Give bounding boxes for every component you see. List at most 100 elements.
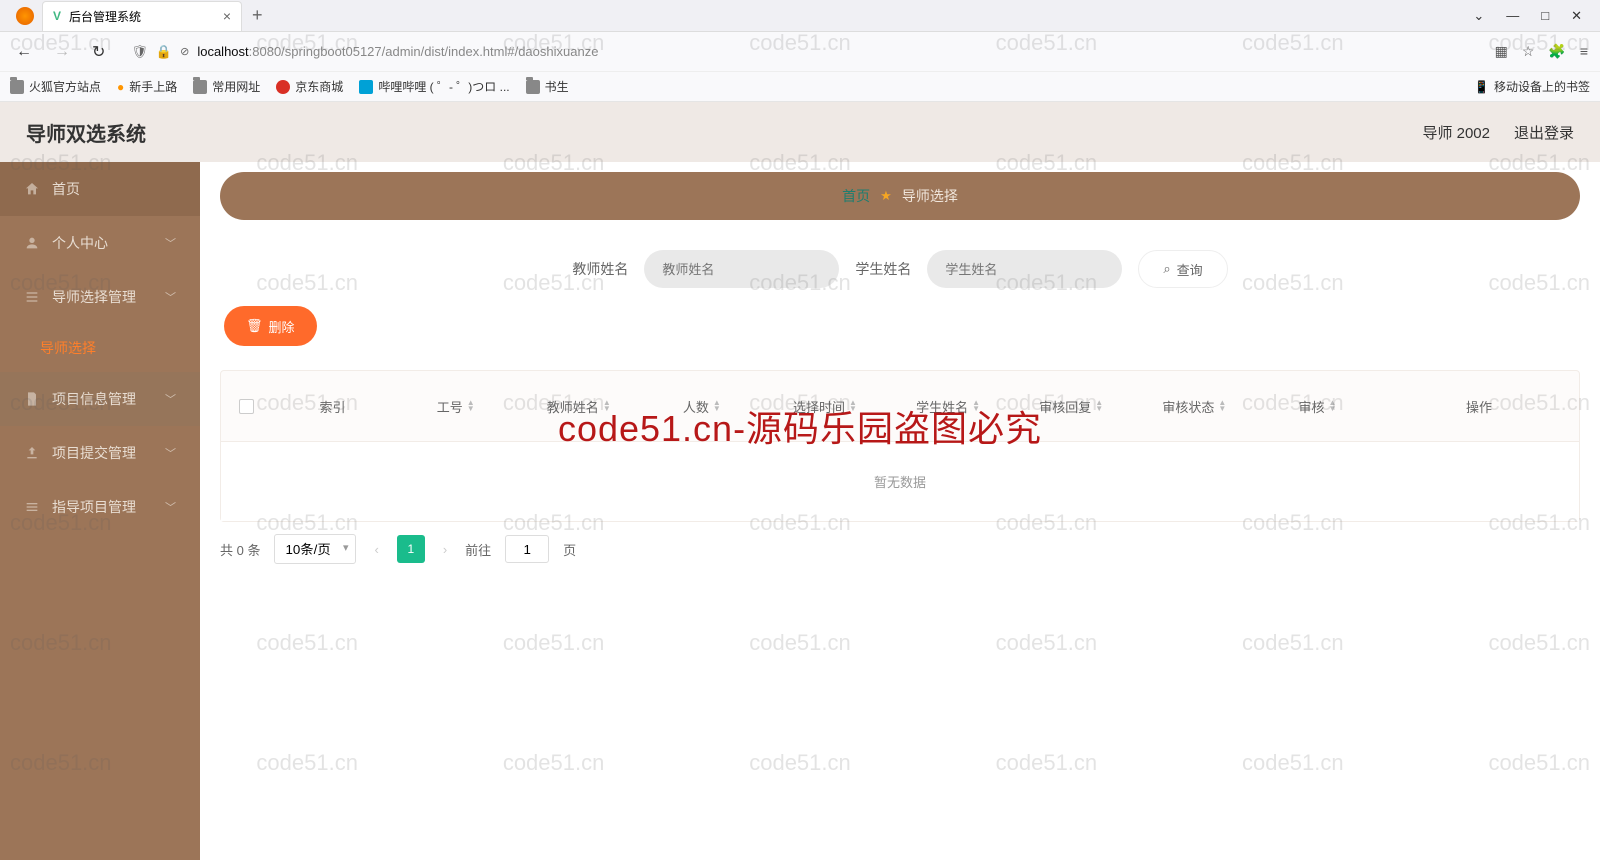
page-next-icon[interactable]: ›	[439, 542, 451, 557]
pagination-total: 共 0 条	[220, 540, 260, 559]
student-name-input[interactable]	[927, 250, 1122, 288]
home-icon	[24, 181, 40, 197]
folder-icon	[193, 80, 207, 94]
bookmark-item[interactable]: 书生	[526, 78, 569, 95]
mobile-bookmarks[interactable]: 📱移动设备上的书签	[1474, 78, 1590, 95]
sort-icon[interactable]: ▲▼	[1218, 400, 1226, 412]
app-header: 导师双选系统 导师 2002 退出登录	[0, 102, 1600, 162]
lock-icon[interactable]: 🔒	[156, 44, 172, 60]
sort-icon[interactable]: ▲▼	[849, 400, 857, 412]
column-student: 学生姓名▲▼	[887, 397, 1010, 416]
tab-close-icon[interactable]: ×	[223, 8, 231, 24]
sort-icon[interactable]: ▲▼	[972, 400, 980, 412]
sidebar-item-project-info[interactable]: 项目信息管理 ﹀	[0, 372, 200, 426]
sidebar-item-label: 项目信息管理	[52, 389, 136, 409]
query-button[interactable]: ⌕ 查询	[1138, 250, 1227, 288]
chevron-down-icon: ﹀	[165, 499, 176, 515]
breadcrumb: 首页 ★ 导师选择	[220, 172, 1580, 220]
firefox-logo-icon	[16, 7, 34, 25]
vue-favicon-icon: V	[53, 9, 61, 23]
url-text: localhost:8080/springboot05127/admin/dis…	[197, 44, 598, 59]
chevron-down-icon: ﹀	[165, 445, 176, 461]
goto-label: 前往	[465, 540, 491, 559]
sort-icon[interactable]: ▲▼	[713, 400, 721, 412]
bookmark-item[interactable]: 火狐官方站点	[10, 78, 101, 95]
window-maximize-icon[interactable]: □	[1541, 8, 1549, 24]
page-prev-icon[interactable]: ‹	[370, 542, 382, 557]
permission-icon[interactable]: ⊘	[180, 45, 189, 58]
tab-title: 后台管理系统	[69, 8, 141, 25]
url-bar[interactable]: 🛡 🔒 ⊘ localhost:8080/springboot05127/adm…	[123, 44, 1480, 60]
page-number[interactable]: 1	[397, 535, 425, 563]
sidebar-item-label: 指导项目管理	[52, 497, 136, 517]
sidebar-subitem-label: 导师选择	[40, 338, 96, 358]
breadcrumb-home[interactable]: 首页	[842, 186, 870, 206]
trash-icon: 🗑	[246, 318, 263, 334]
sidebar-item-label: 首页	[52, 179, 80, 199]
new-tab-button[interactable]: +	[252, 5, 263, 26]
table-empty-text: 暂无数据	[221, 441, 1579, 521]
table-header: 索引 工号▲▼ 教师姓名▲▼ 人数▲▼ 选择时间▲▼ 学生姓名▲▼ 审核回复▲▼…	[221, 371, 1579, 441]
goto-suffix: 页	[563, 540, 576, 559]
delete-button[interactable]: 🗑 删除	[224, 306, 317, 346]
window-dropdown-icon[interactable]: ⌄	[1473, 8, 1484, 24]
sort-icon[interactable]: ▲▼	[467, 400, 475, 412]
sort-icon[interactable]: ▲▼	[1328, 400, 1336, 412]
extensions-icon[interactable]: 🧩	[1548, 43, 1565, 60]
column-reply: 审核回复▲▼	[1010, 397, 1133, 416]
window-controls: ⌄ — □ ✕	[1473, 8, 1600, 24]
goto-page-input[interactable]	[505, 535, 549, 563]
sidebar-item-profile[interactable]: 个人中心 ﹀	[0, 216, 200, 270]
bookmark-item[interactable]: 京东商城	[276, 78, 343, 95]
bookmark-star-icon[interactable]: ☆	[1522, 43, 1535, 60]
window-close-icon[interactable]: ✕	[1571, 8, 1582, 24]
column-teacher: 教师姓名▲▼	[517, 397, 640, 416]
shield-icon[interactable]: 🛡	[131, 44, 148, 60]
menu-icon[interactable]: ≡	[1580, 43, 1588, 60]
content-area: 首页 ★ 导师选择 教师姓名 学生姓名 ⌕ 查询 🗑 删除 索引 工号▲	[200, 162, 1600, 860]
current-user[interactable]: 导师 2002	[1422, 122, 1490, 143]
teacher-name-input[interactable]	[644, 250, 839, 288]
bookmark-item[interactable]: 常用网址	[193, 78, 260, 95]
sidebar: 首页 个人中心 ﹀ 导师选择管理 ﹀ 导师选择 项目信息管理 ﹀ 项目提交管理 …	[0, 162, 200, 860]
chevron-down-icon: ﹀	[165, 391, 176, 407]
sidebar-item-home[interactable]: 首页	[0, 162, 200, 216]
data-table: 索引 工号▲▼ 教师姓名▲▼ 人数▲▼ 选择时间▲▼ 学生姓名▲▼ 审核回复▲▼…	[220, 370, 1580, 522]
student-name-label: 学生姓名	[855, 259, 911, 279]
sidebar-item-label: 项目提交管理	[52, 443, 136, 463]
sidebar-item-guide-project[interactable]: 指导项目管理 ﹀	[0, 480, 200, 534]
sidebar-subitem-mentor-select[interactable]: 导师选择	[0, 324, 200, 372]
upload-icon	[24, 445, 40, 461]
select-all-checkbox[interactable]	[239, 399, 254, 414]
column-jobno: 工号▲▼	[394, 397, 517, 416]
menu-icon	[24, 499, 40, 515]
sidebar-item-project-submit[interactable]: 项目提交管理 ﹀	[0, 426, 200, 480]
browser-tab[interactable]: V 后台管理系统 ×	[42, 1, 242, 31]
doc-icon	[24, 391, 40, 407]
sort-icon[interactable]: ▲▼	[603, 400, 611, 412]
search-bar: 教师姓名 学生姓名 ⌕ 查询	[220, 250, 1580, 288]
logout-link[interactable]: 退出登录	[1514, 122, 1574, 143]
teacher-name-label: 教师姓名	[572, 259, 628, 279]
bilibili-icon	[359, 80, 373, 94]
nav-back-icon[interactable]: ←	[12, 39, 36, 65]
star-icon: ★	[880, 188, 892, 204]
action-bar: 🗑 删除	[220, 306, 1580, 346]
jd-icon	[276, 80, 290, 94]
user-icon	[24, 235, 40, 251]
window-minimize-icon[interactable]: —	[1506, 8, 1519, 24]
delete-button-label: 删除	[269, 317, 295, 336]
nav-forward-icon[interactable]: →	[50, 39, 74, 65]
folder-icon	[10, 80, 24, 94]
chevron-down-icon: ﹀	[165, 235, 176, 251]
nav-reload-icon[interactable]: ↻	[88, 38, 109, 66]
bookmark-item[interactable]: 哔哩哔哩 ( ゜- ゜)つロ ...	[359, 78, 509, 95]
mobile-icon: 📱	[1474, 80, 1489, 94]
column-action: 操作	[1379, 397, 1579, 416]
page-size-select[interactable]: 10条/页	[274, 534, 356, 564]
bookmark-item[interactable]: ●新手上路	[117, 78, 177, 95]
chevron-down-icon: ﹀	[165, 289, 176, 305]
sidebar-item-mentor-select-mgmt[interactable]: 导师选择管理 ﹀	[0, 270, 200, 324]
reader-icon[interactable]: ▦	[1495, 43, 1508, 60]
sort-icon[interactable]: ▲▼	[1095, 400, 1103, 412]
